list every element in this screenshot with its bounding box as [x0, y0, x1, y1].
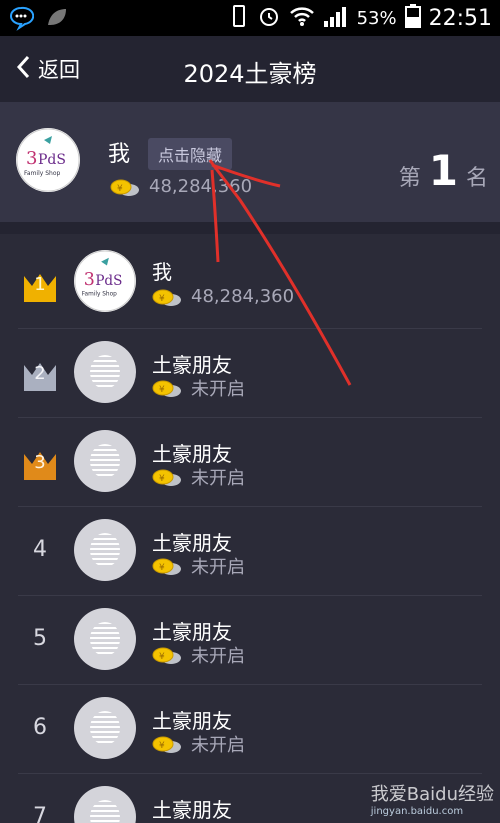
watermark-url: jingyan.baidu.com: [370, 806, 464, 817]
rank-number: 4: [33, 537, 47, 562]
rank-suffix: 名: [465, 166, 488, 191]
leaderboard-row[interactable]: 6 土豪朋友 ¥ 未开启: [0, 685, 500, 774]
coin-icon: ¥: [152, 557, 182, 577]
coin-icon: ¥: [152, 646, 182, 666]
my-rank-card: 3 PdS Family Shop 我 点击隐藏 ¥ 48,284,360 第 …: [0, 102, 500, 222]
app-header: 返回 2024土豪榜: [0, 36, 500, 102]
rank-number: 3: [34, 452, 46, 473]
avatar: 3 PdS Family Shop: [74, 250, 136, 312]
row-name: 土豪朋友: [152, 353, 232, 377]
my-avatar[interactable]: 3 PdS Family Shop: [16, 128, 80, 192]
default-avatar: [74, 697, 136, 759]
default-avatar: [74, 519, 136, 581]
svg-text:¥: ¥: [159, 652, 165, 662]
coin-icon: ¥: [152, 735, 182, 755]
svg-text:¥: ¥: [159, 385, 165, 395]
svg-text:Family Shop: Family Shop: [82, 292, 117, 298]
coin-icon: ¥: [152, 468, 182, 488]
my-score: 48,284,360: [149, 176, 253, 197]
my-rank: 第 1 名: [399, 146, 488, 195]
row-name: 土豪朋友: [152, 620, 232, 644]
default-avatar: [74, 430, 136, 492]
rank-number: 7: [33, 804, 47, 823]
row-value: 未开启: [191, 379, 245, 400]
svg-text:¥: ¥: [117, 184, 123, 194]
rank-number: 1: [34, 274, 46, 295]
wifi-icon: [289, 5, 315, 32]
coin-icon: ¥: [110, 178, 140, 198]
rank-number: 2: [34, 363, 46, 384]
svg-text:¥: ¥: [159, 563, 165, 573]
svg-text:¥: ¥: [159, 741, 165, 751]
my-name: 我: [108, 142, 131, 167]
row-name: 土豪朋友: [152, 442, 232, 466]
leaderboard-row[interactable]: 5 土豪朋友 ¥ 未开启: [0, 596, 500, 685]
svg-text:Family Shop: Family Shop: [24, 170, 60, 177]
leaderboard-row[interactable]: 1 3 PdS Family Shop 我 ¥ 48,284,360: [0, 240, 500, 329]
rank-number: 6: [33, 715, 47, 740]
alarm-icon: [257, 4, 281, 33]
battery-icon: [404, 4, 421, 33]
battery-percent: 53%: [356, 8, 397, 29]
leaf-icon: [44, 5, 70, 35]
leaderboard-row[interactable]: 4 土豪朋友 ¥ 未开启: [0, 507, 500, 596]
leaderboard-row[interactable]: 2 土豪朋友 ¥ 未开启: [0, 329, 500, 418]
section-divider: [0, 222, 500, 234]
row-value: 48,284,360: [191, 286, 295, 307]
leaderboard-row[interactable]: 3 土豪朋友 ¥ 未开启: [0, 418, 500, 507]
row-name: 土豪朋友: [152, 709, 232, 733]
default-avatar: [74, 341, 136, 403]
rank-number: 1: [428, 146, 458, 195]
default-avatar: [74, 608, 136, 670]
row-value: 未开启: [191, 735, 245, 756]
baidu-watermark: 我爱Baidu经验 jingyan.baidu.com: [371, 780, 494, 817]
status-bar: 53% 22:51: [0, 0, 500, 36]
svg-text:3: 3: [26, 148, 37, 169]
watermark-text: 我爱Baidu经验: [370, 784, 494, 805]
row-value: 未开启: [191, 646, 245, 667]
page-title: 2024土豪榜: [183, 60, 317, 88]
rank-number: 5: [33, 626, 47, 651]
chat-bubble-icon: [8, 5, 35, 35]
default-avatar: [74, 786, 136, 823]
coin-icon: ¥: [152, 288, 182, 308]
row-value: 未开启: [191, 468, 245, 489]
row-name: 土豪朋友: [152, 798, 232, 822]
clock-time: 22:51: [428, 6, 492, 31]
svg-text:3: 3: [84, 270, 95, 290]
hide-button[interactable]: 点击隐藏: [148, 138, 233, 170]
svg-text:PdS: PdS: [95, 273, 122, 289]
signal-icon: [323, 5, 349, 32]
svg-text:PdS: PdS: [38, 152, 66, 168]
row-value: 未开启: [191, 557, 245, 578]
svg-text:¥: ¥: [159, 474, 165, 484]
coin-icon: ¥: [152, 379, 182, 399]
row-name: 我: [152, 260, 172, 284]
rank-prefix: 第: [398, 166, 421, 191]
svg-text:¥: ¥: [159, 294, 165, 304]
vibrate-icon: [229, 4, 249, 33]
row-name: 土豪朋友: [152, 531, 232, 555]
